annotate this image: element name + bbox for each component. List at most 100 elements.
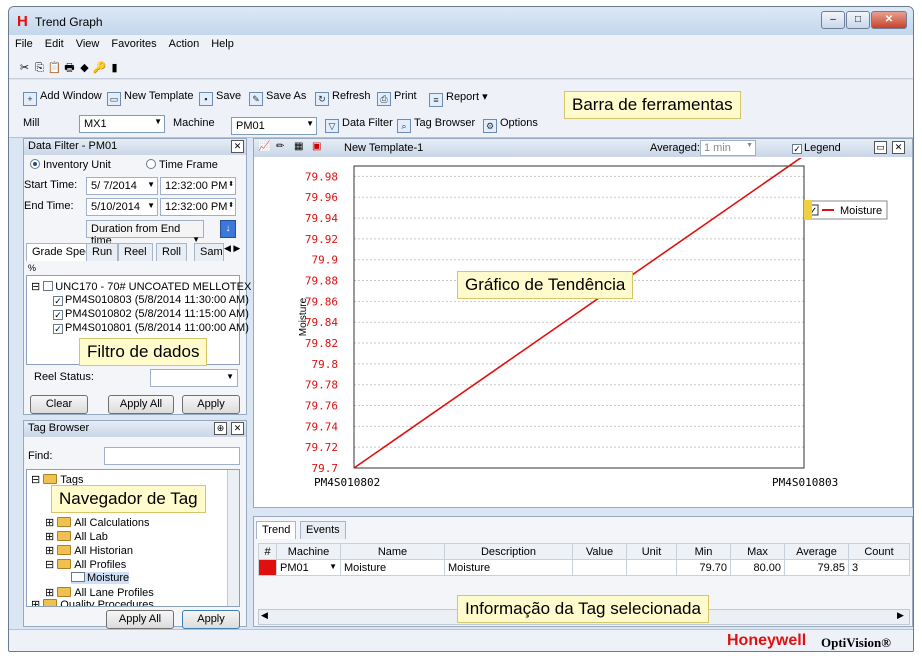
col-unit[interactable]: Unit	[626, 543, 677, 560]
clear-button[interactable]: Clear	[30, 395, 88, 414]
duration-select[interactable]: Duration from End time ▼	[86, 220, 204, 247]
tree-item[interactable]: ✓ PM4S010801 (5/8/2014 11:00:00 AM)	[53, 322, 249, 334]
tab-trend[interactable]: Trend	[256, 521, 297, 539]
report-button[interactable]: ≡ Report ▾	[429, 90, 488, 107]
menu-view[interactable]: View	[70, 35, 106, 50]
trend-chart-svg: 79.98 79.96 79.94 79.92 79.9 79.88 79.86 79.84 7…	[298, 158, 888, 489]
menu-file[interactable]: File	[9, 35, 39, 50]
reel-status-select[interactable]: ▼	[150, 369, 238, 387]
tag-browser-button[interactable]: ⌕ Tag Browser	[397, 117, 475, 133]
checkbox-icon[interactable]: ✓	[792, 144, 802, 154]
tab-roll[interactable]: Roll	[156, 243, 187, 261]
minimize-button[interactable]: –	[821, 11, 845, 29]
new-template-button[interactable]: ▭ New Template	[107, 90, 194, 106]
checkbox-icon[interactable]	[43, 281, 54, 291]
save-as-button[interactable]: ✎ Save As	[249, 90, 306, 106]
cut-icon[interactable]: ✂	[17, 61, 32, 74]
averaged-select[interactable]: 1 min ▼	[700, 140, 756, 156]
machine-select[interactable]: PM01 ▼	[231, 117, 317, 135]
add-window-button[interactable]: + Add Window	[23, 90, 102, 106]
close-button[interactable]: ✕	[871, 11, 907, 29]
tree-root-item[interactable]: ⊟ UNC170 - 70# UNCOATED MELLOTEX	[31, 280, 251, 293]
copy-icon[interactable]: ⎘	[32, 62, 47, 75]
table-icon[interactable]: ▦	[294, 141, 303, 152]
col-value[interactable]: Value	[572, 543, 627, 560]
tab-run[interactable]: Run	[86, 243, 119, 261]
tag-apply-all-button[interactable]: Apply All	[106, 610, 174, 629]
col-number[interactable]: #	[258, 543, 277, 560]
find-input[interactable]	[104, 447, 240, 465]
tree-item-quality-procedures[interactable]: ⊞ Quality Procedures	[31, 598, 154, 606]
tab-events[interactable]: Events	[300, 521, 346, 539]
stop-icon[interactable]: ▮	[107, 61, 122, 74]
arrow-down-icon[interactable]: ↓	[220, 220, 236, 238]
tree-item-moisture[interactable]: Moisture	[71, 572, 130, 584]
col-name[interactable]: Name	[340, 543, 445, 560]
menu-favorites[interactable]: Favorites	[105, 35, 162, 50]
pen-icon[interactable]: ✏	[276, 141, 284, 152]
save-button[interactable]: ▪ Save	[199, 90, 241, 106]
collapse-icon[interactable]: ▭	[874, 141, 887, 154]
tree-item-all-calculations[interactable]: ⊞ All Calculations	[45, 516, 149, 529]
end-date-input[interactable]: 5/10/2014 ▼	[86, 198, 158, 216]
template-name: New Template-1	[344, 142, 424, 154]
scroll-left-icon[interactable]: ◀	[261, 610, 268, 621]
erase-icon[interactable]: ◆	[77, 61, 92, 74]
tree-item[interactable]: ✓ PM4S010802 (5/8/2014 11:15:00 AM)	[53, 308, 249, 320]
checkbox-icon[interactable]: ✓	[53, 296, 63, 306]
tree-item-all-lab[interactable]: ⊞ All Lab	[45, 530, 108, 543]
col-average[interactable]: Average	[784, 543, 849, 560]
checkbox-icon[interactable]: ✓	[53, 310, 63, 320]
tab-reel[interactable]: Reel	[118, 243, 153, 261]
menu-help[interactable]: Help	[205, 35, 240, 50]
menu-action[interactable]: Action	[163, 35, 206, 50]
start-time-input[interactable]: 12:32:00 PM ⬍	[160, 177, 236, 195]
spinner-icon[interactable]: ⬍	[228, 201, 234, 209]
refresh-button[interactable]: ↻ Refresh	[315, 90, 371, 106]
close-icon[interactable]: ✕	[231, 140, 244, 153]
close-icon[interactable]: ✕	[892, 141, 905, 154]
spinner-icon[interactable]: ⬍	[228, 180, 234, 188]
folder-icon	[57, 531, 72, 541]
report-icon: ≡	[429, 93, 443, 107]
start-date-input[interactable]: 5/ 7/2014 ▼	[86, 177, 158, 195]
print-icon[interactable]: 🖶	[62, 59, 77, 78]
tag-icon	[71, 572, 85, 582]
tab-sample[interactable]: Sam	[194, 243, 224, 261]
data-filter-button[interactable]: ▽ Data Filter	[325, 117, 393, 133]
cell-machine[interactable]: PM01 ▼	[276, 559, 341, 576]
legend-toggle[interactable]: ✓ Legend	[792, 142, 841, 154]
maximize-button[interactable]: □	[846, 11, 870, 29]
close-icon[interactable]: ✕	[231, 422, 244, 435]
tree-item-all-historian[interactable]: ⊞ All Historian	[45, 544, 133, 557]
apply-all-button[interactable]: Apply All	[108, 395, 174, 414]
print-button[interactable]: ⎙ Print	[377, 90, 417, 106]
tree-item[interactable]: ✓ PM4S010803 (5/8/2014 11:30:00 AM)	[53, 294, 249, 306]
scroll-right-icon[interactable]: ▶	[897, 610, 904, 621]
windows-icon[interactable]: ▣	[312, 141, 321, 152]
tag-tree-scrollbar[interactable]	[227, 470, 239, 606]
checkbox-icon[interactable]: ✓	[53, 324, 63, 334]
options-button[interactable]: ⚙ Options	[483, 117, 538, 133]
apply-button[interactable]: Apply	[182, 395, 240, 414]
col-count[interactable]: Count	[848, 543, 910, 560]
series-color-swatch	[258, 559, 277, 576]
tag-apply-button[interactable]: Apply	[182, 610, 240, 629]
icon-bar: ✂ ⎘ 📋 🖶 ◆ 🔑 ▮	[9, 55, 913, 79]
mill-select[interactable]: MX1 ▼	[79, 115, 165, 133]
tree-item-all-profiles[interactable]: ⊟ All Profiles	[45, 558, 126, 571]
chart-type-icon[interactable]: 📈	[258, 141, 270, 152]
col-min[interactable]: Min	[676, 543, 731, 560]
table-row[interactable]: PM01 ▼ Moisture Moisture 79.70 80.00 79.8…	[258, 559, 910, 576]
menu-edit[interactable]: Edit	[39, 35, 70, 50]
key-icon[interactable]: 🔑	[92, 61, 107, 74]
end-time-input[interactable]: 12:32:00 PM ⬍	[160, 198, 236, 216]
radio-time-frame[interactable]: Time Frame	[146, 159, 218, 171]
paste-icon[interactable]: 📋	[47, 61, 62, 74]
pin-icon[interactable]: ⊕	[214, 422, 227, 435]
tab-scroll-icon[interactable]: ◀ ▶	[224, 243, 240, 254]
col-description[interactable]: Description	[444, 543, 573, 560]
col-max[interactable]: Max	[730, 543, 785, 560]
radio-inventory-unit[interactable]: Inventory Unit	[30, 159, 111, 171]
col-machine[interactable]: Machine	[276, 543, 341, 560]
